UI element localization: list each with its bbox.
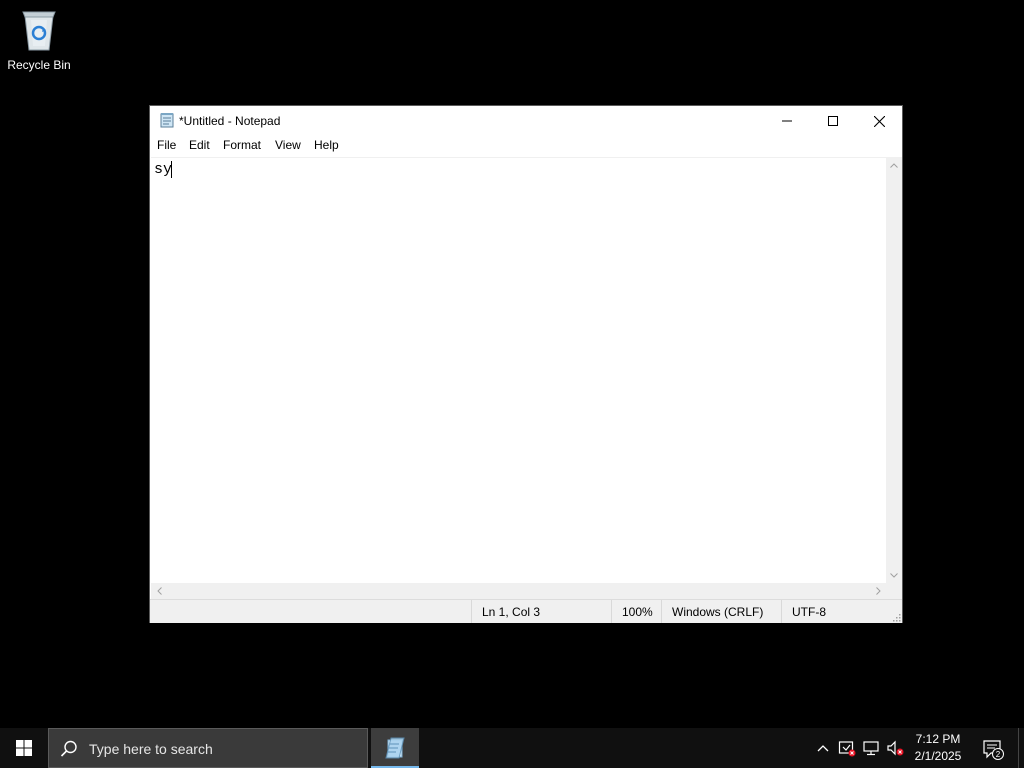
taskbar: Type here to search 7:12 PM 2/1/2025 2 (0, 728, 1024, 768)
window-title: *Untitled - Notepad (179, 114, 281, 128)
desktop-icon-label: Recycle Bin (7, 58, 71, 72)
menu-view[interactable]: View (273, 138, 303, 152)
notification-icon: 2 (983, 740, 1004, 760)
search-placeholder: Type here to search (89, 741, 213, 757)
status-encoding: UTF-8 (781, 600, 889, 623)
vertical-scrollbar[interactable] (886, 157, 902, 583)
maximize-icon (828, 116, 838, 126)
menu-bar: File Edit Format View Help (150, 136, 902, 156)
chevron-left-icon (156, 587, 162, 595)
volume-muted-icon (887, 740, 904, 756)
windows-logo-icon (16, 740, 32, 756)
notification-count: 2 (996, 750, 1001, 759)
search-icon (60, 740, 77, 757)
security-icon (838, 741, 856, 757)
menu-edit[interactable]: Edit (187, 138, 212, 152)
status-bar: Ln 1, Col 3 100% Windows (CRLF) UTF-8 (150, 599, 902, 623)
maximize-button[interactable] (810, 106, 856, 136)
clock-time: 7:12 PM (915, 732, 961, 746)
text-editor[interactable]: sy (151, 157, 886, 584)
chevron-up-icon (817, 745, 829, 752)
scrollbar-corner (886, 583, 902, 599)
taskbar-notepad-button[interactable] (371, 728, 419, 768)
close-button[interactable] (856, 106, 902, 136)
network-icon (863, 741, 879, 756)
clock-date: 2/1/2025 (914, 749, 962, 763)
scroll-left-arrow[interactable] (151, 583, 167, 599)
status-zoom: 100% (611, 600, 661, 623)
minimize-icon (782, 120, 792, 122)
status-position: Ln 1, Col 3 (471, 600, 611, 623)
show-desktop-button[interactable] (1018, 728, 1024, 768)
desktop-icon-recycle-bin[interactable]: Recycle Bin (2, 6, 76, 76)
title-bar[interactable]: *Untitled - Notepad (150, 106, 902, 136)
chevron-up-icon (890, 162, 898, 168)
tray-volume-button[interactable] (885, 738, 905, 758)
status-line-ending: Windows (CRLF) (661, 600, 781, 623)
show-hidden-icons-button[interactable] (813, 738, 833, 758)
tray-security-button[interactable] (837, 738, 857, 758)
menu-help[interactable]: Help (312, 138, 341, 152)
action-center-button[interactable]: 2 (982, 738, 1004, 760)
taskbar-search-box[interactable]: Type here to search (48, 728, 368, 768)
text-caret (171, 161, 172, 178)
start-button[interactable] (0, 728, 48, 768)
scroll-down-arrow[interactable] (886, 567, 902, 583)
horizontal-scrollbar[interactable] (151, 583, 886, 599)
notepad-window: *Untitled - Notepad File Edit Format Vie… (150, 106, 902, 623)
scroll-up-arrow[interactable] (886, 157, 902, 173)
minimize-button[interactable] (764, 106, 810, 136)
notepad-icon (160, 113, 174, 128)
editor-content: sy (154, 161, 173, 178)
menu-format[interactable]: Format (221, 138, 263, 152)
tray-network-button[interactable] (861, 738, 881, 758)
taskbar-clock[interactable]: 7:12 PM 2/1/2025 (912, 731, 964, 765)
chevron-right-icon (875, 587, 881, 595)
recycle-bin-icon (22, 11, 56, 51)
menu-file[interactable]: File (155, 138, 178, 152)
chevron-down-icon (890, 572, 898, 578)
scroll-right-arrow[interactable] (870, 583, 886, 599)
close-icon (873, 115, 885, 127)
notepad-icon (385, 737, 405, 759)
resize-grip-icon[interactable] (891, 612, 901, 622)
